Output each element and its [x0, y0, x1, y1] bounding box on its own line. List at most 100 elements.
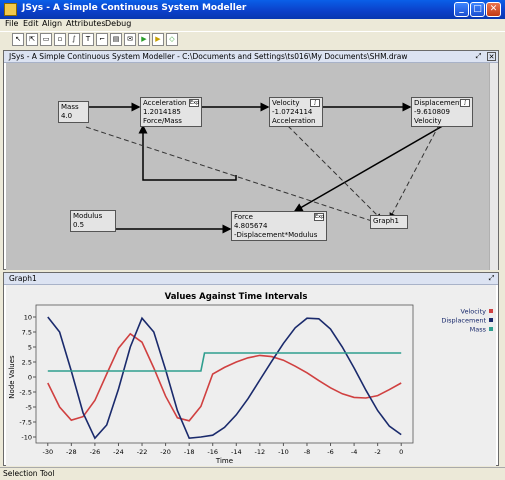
node-velocity[interactable]: ∫ Velocity -1.0724114 Acceleration: [269, 97, 323, 127]
menu-debug[interactable]: Debug: [105, 19, 131, 28]
y-tick-label: -7.5: [19, 419, 32, 427]
run-icon[interactable]: ▶: [138, 33, 150, 46]
expression-badge-icon: Exp: [189, 99, 200, 107]
integrator-tool-icon[interactable]: ∫: [68, 33, 80, 46]
legend-swatch-mass: [489, 327, 493, 331]
node-displacement-expr: Velocity: [414, 117, 442, 125]
pointer-tool-icon[interactable]: ⇱: [26, 33, 38, 46]
step-icon[interactable]: ▶: [152, 33, 164, 46]
series-line-displacement: [47, 316, 402, 440]
x-tick-label: -26: [90, 448, 101, 456]
y-tick-label: -5: [26, 404, 32, 412]
node-modulus-value: 0.5: [73, 221, 85, 229]
app-title: JSys - A Simple Continuous System Modell…: [22, 3, 247, 13]
node-force-value: 4.805674: [234, 222, 268, 230]
x-tick-label: -6: [327, 448, 333, 456]
app-titlebar: JSys - A Simple Continuous System Modell…: [0, 0, 505, 19]
x-tick-label: -20: [160, 448, 171, 456]
undock-icon[interactable]: ⤢: [474, 52, 483, 61]
node-displacement-value: -9.610809: [414, 108, 450, 116]
model-window-titlebar: JSys - A Simple Continuous System Modell…: [4, 51, 498, 63]
legend-label-displacement: Displacement: [441, 317, 486, 325]
x-tick-label: -12: [255, 448, 266, 456]
variable-tool-icon[interactable]: ▫: [54, 33, 66, 46]
x-tick-label: -24: [113, 448, 124, 456]
graph-tool-icon[interactable]: ▤: [110, 33, 122, 46]
x-tick-label: -8: [304, 448, 310, 456]
legend-label-mass: Mass: [470, 326, 487, 334]
link-tool-icon[interactable]: ⌐: [96, 33, 108, 46]
y-tick-label: -10: [21, 434, 32, 442]
toolbar: ↖ ⇱ ▭ ▫ ∫ T ⌐ ▤ ✉ ▶ ▶ ◇: [0, 31, 505, 47]
x-tick-label: 0: [399, 448, 403, 456]
link-mass-graph: [85, 126, 379, 225]
link-force-acceleration: [138, 124, 237, 181]
model-vertical-scrollbar[interactable]: [489, 63, 498, 270]
node-velocity-value: -1.0724114: [272, 108, 313, 116]
x-tick-label: -18: [184, 448, 195, 456]
expression-badge-icon: Exp: [314, 213, 325, 221]
y-tick-label: 0: [28, 374, 32, 382]
graph-window-title: Graph1: [9, 274, 37, 283]
node-force-expr: -Displacement*Modulus: [234, 231, 318, 239]
menu-bar: File Edit Align Attributes Debug: [0, 19, 505, 31]
menu-edit[interactable]: Edit: [23, 19, 39, 28]
chart-svg: Values Against Time Intervals -30 -28 -26 -2…: [8, 292, 493, 465]
y-tick-label: 5: [28, 344, 32, 352]
node-mass[interactable]: Mass 4.0: [58, 101, 89, 123]
close-button[interactable]: ✕: [486, 2, 501, 17]
node-graph1-name: Graph1: [373, 217, 399, 225]
integrator-badge-icon: ∫: [310, 99, 320, 107]
x-axis-label: Time: [215, 457, 233, 465]
maximize-button[interactable]: □: [470, 2, 485, 17]
x-tick-label: -14: [231, 448, 242, 456]
legend-swatch-displacement: [489, 318, 493, 322]
node-force-name: Force: [234, 213, 253, 221]
rect-tool-icon[interactable]: ▭: [40, 33, 52, 46]
menu-attributes[interactable]: Attributes: [66, 19, 106, 28]
graph-undock-icon[interactable]: ⤢: [487, 274, 496, 283]
link-displacement-graph: [389, 124, 440, 219]
node-acceleration-expr: Force/Mass: [143, 117, 182, 125]
model-close-icon[interactable]: ✕: [487, 52, 496, 61]
graph-window-titlebar: Graph1 ⤢: [4, 273, 498, 285]
node-velocity-expr: Acceleration: [272, 117, 316, 125]
x-tick-label: -10: [278, 448, 289, 456]
menu-file[interactable]: File: [5, 19, 18, 28]
legend-swatch-velocity: [489, 309, 493, 313]
x-tick-label: -4: [351, 448, 357, 456]
node-displacement[interactable]: ∫ Displacement -9.610809 Velocity: [411, 97, 473, 127]
link-velocity-graph: [287, 125, 382, 220]
x-tick-label: -30: [42, 448, 53, 456]
x-tick-label: -28: [66, 448, 77, 456]
y-tick-label: 2.5: [22, 359, 32, 367]
model-window-title: JSys - A Simple Continuous System Modell…: [9, 52, 408, 61]
selection-tool-icon[interactable]: ↖: [12, 33, 24, 46]
node-force[interactable]: Exp Force 4.805674 -Displacement*Modulus: [231, 211, 327, 241]
node-mass-value: 4.0: [61, 112, 73, 120]
link-displacement-force: [293, 123, 447, 212]
menu-align[interactable]: Align: [42, 19, 62, 28]
reset-icon[interactable]: ◇: [166, 33, 178, 46]
y-tick-label: 10: [24, 314, 32, 322]
app-icon: [4, 3, 17, 16]
model-canvas[interactable]: Mass 4.0 Exp Acceleration 1.2014185 Forc…: [6, 63, 489, 270]
x-tick-label: -2: [374, 448, 380, 456]
graph-area: Values Against Time Intervals -30 -28 -26 -2…: [6, 285, 496, 466]
chart-title: Values Against Time Intervals: [165, 292, 308, 302]
node-modulus[interactable]: Modulus 0.5: [70, 210, 116, 232]
text-tool-icon[interactable]: T: [82, 33, 94, 46]
minimize-button[interactable]: _: [454, 2, 469, 17]
node-graph1[interactable]: Graph1: [370, 215, 408, 229]
node-modulus-name: Modulus: [73, 212, 103, 220]
x-tick-label: -16: [207, 448, 218, 456]
node-mass-name: Mass: [61, 103, 79, 111]
model-window: JSys - A Simple Continuous System Modell…: [3, 50, 499, 270]
envelope-tool-icon[interactable]: ✉: [124, 33, 136, 46]
node-acceleration[interactable]: Exp Acceleration 1.2014185 Force/Mass: [140, 97, 202, 127]
y-tick-label: 7.5: [22, 329, 32, 337]
series-line-velocity: [47, 332, 402, 422]
graph-window: Graph1 ⤢ Values Against Time Intervals -3…: [3, 272, 499, 466]
integrator-badge-icon: ∫: [460, 99, 470, 107]
y-axis-label: Node Values: [8, 355, 16, 399]
